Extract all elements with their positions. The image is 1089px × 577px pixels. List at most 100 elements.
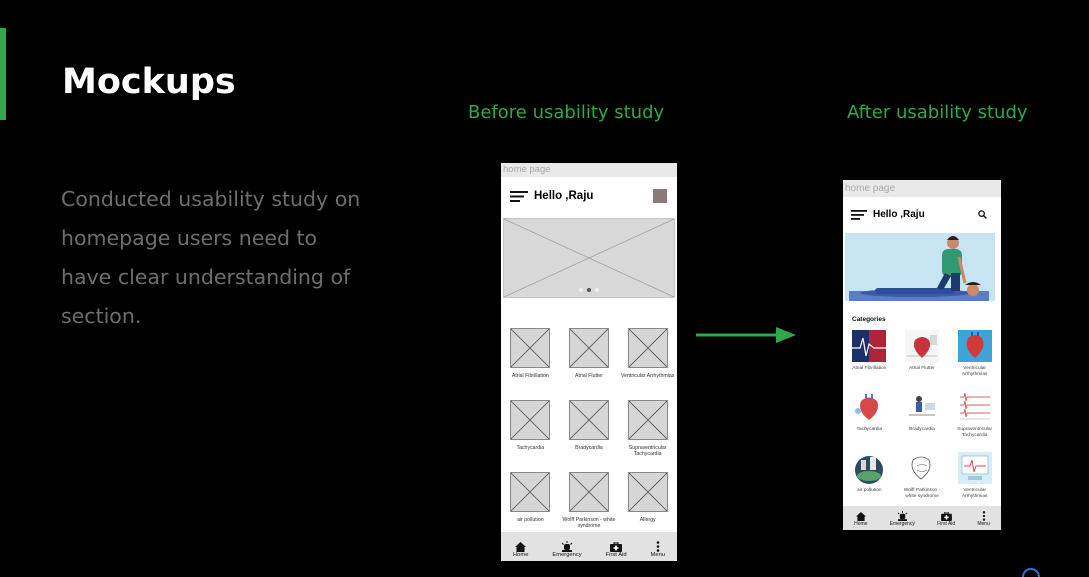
- nav-menu[interactable]: Menu: [977, 511, 990, 527]
- grid-item[interactable]: Atrial Fibrillation: [501, 328, 559, 400]
- more-vertical-icon: [982, 511, 985, 521]
- grid-item-label: Ventricular Arrhythmias: [620, 373, 675, 379]
- category-grid: Atrial Fibrillation Atrial Flutter Ventr…: [843, 330, 1001, 513]
- image-placeholder: [510, 328, 551, 368]
- carousel-dot[interactable]: [595, 288, 599, 292]
- category-image: [904, 391, 939, 423]
- slide-title: Mockups: [62, 62, 236, 102]
- grid-item-label: Tachycardia: [516, 445, 545, 451]
- carousel-placeholder[interactable]: [503, 218, 675, 298]
- hamburger-icon[interactable]: [851, 209, 867, 220]
- grid-row: Atrial Fibrillation Atrial Flutter Ventr…: [843, 330, 1001, 391]
- phone-header: Hello ,Raju: [843, 197, 1001, 232]
- carousel-dot-active[interactable]: [587, 288, 591, 292]
- image-placeholder: [627, 472, 668, 512]
- corner-badge-icon: [1022, 568, 1040, 577]
- categories-title: Categories: [852, 316, 886, 323]
- home-icon: [855, 512, 866, 521]
- nav-label: Emergency: [889, 521, 915, 527]
- nav-label: First Aid: [937, 521, 956, 527]
- nav-label: Menu: [977, 521, 990, 527]
- grid-item[interactable]: Tachycardia: [501, 400, 559, 472]
- grid-row: Tachycardia Bradycardia Supraventricular…: [501, 400, 677, 472]
- image-placeholder: [627, 400, 668, 440]
- image-placeholder: [510, 472, 551, 512]
- nav-home[interactable]: Home: [854, 512, 867, 527]
- nav-home[interactable]: Home: [513, 542, 528, 558]
- grid-item[interactable]: Bradycardia: [560, 400, 618, 472]
- home-icon: [515, 542, 527, 552]
- grid-row: air pollution Wolff Parkinson - white sy…: [843, 452, 1001, 513]
- grid-item-label: Allergy: [639, 517, 656, 523]
- greeting: Hello ,Raju: [534, 190, 594, 202]
- grid-item-label: Atrial Fibrillation: [511, 373, 549, 379]
- image-placeholder: [568, 328, 609, 368]
- category-image: [852, 391, 887, 423]
- bottom-nav: Home Emergency First Aid Menu: [501, 532, 677, 561]
- more-vertical-icon: [656, 541, 660, 552]
- grid-item[interactable]: Supraventricular Tachycardia: [619, 400, 677, 472]
- siren-icon: [561, 541, 573, 552]
- grid-item[interactable]: Ventricular Arrhythmias: [619, 328, 677, 400]
- grid-item[interactable]: Supraventricular Tachycardia: [951, 391, 999, 452]
- nav-menu[interactable]: Menu: [651, 541, 665, 558]
- grid-item-label: Wolff Parkinson - white syndrome: [903, 488, 941, 499]
- grid-item-label: Ventricular Arrhythmias: [961, 366, 988, 377]
- accent-bar: [0, 28, 6, 120]
- image-placeholder: [510, 400, 551, 440]
- nav-label: Home: [512, 552, 529, 558]
- grid-item-label: air pollution: [517, 517, 544, 523]
- first-aid-kit-icon: [940, 512, 952, 521]
- nav-emergency[interactable]: Emergency: [890, 511, 915, 527]
- right-arrow-icon: [696, 327, 796, 343]
- grid-item-label: Ventricular Arrhythmias: [961, 488, 988, 499]
- image-placeholder: [568, 472, 609, 512]
- grid-item[interactable]: Atrial Flutter: [898, 330, 946, 391]
- category-image: [957, 452, 992, 484]
- category-image: [852, 330, 887, 362]
- grid-item[interactable]: Tachycardia: [845, 391, 893, 452]
- cpr-banner-image[interactable]: [845, 233, 995, 301]
- grid-item[interactable]: air pollution: [845, 452, 893, 513]
- phone-header: Hello ,Raju: [501, 177, 677, 215]
- hamburger-icon[interactable]: [510, 190, 528, 202]
- carousel-dots[interactable]: [504, 288, 674, 292]
- bottom-nav: Home Emergency First Aid Menu: [843, 506, 1001, 530]
- grid-item-label: Tachycardia: [856, 427, 883, 432]
- grid-row: Atrial Fibrillation Atrial Flutter Ventr…: [501, 328, 677, 400]
- grid-item-label: Supraventricular Tachycardia: [628, 445, 667, 457]
- category-image: [957, 330, 992, 362]
- grid-item[interactable]: Ventricular Arrhythmias: [951, 452, 999, 513]
- grid-item[interactable]: Bradycardia: [898, 391, 946, 452]
- nav-emergency[interactable]: Emergency: [552, 541, 582, 558]
- grid-item-label: Atrial Flutter: [575, 373, 603, 379]
- page-label: home page: [843, 180, 1001, 197]
- slide-description: Conducted usability study on homepage us…: [61, 187, 361, 328]
- grid-item[interactable]: Wolff Parkinson - white syndrome: [898, 452, 946, 513]
- grid-item-label: Atrial Flutter: [909, 366, 935, 371]
- after-label: After usability study: [847, 102, 1028, 123]
- category-image: [904, 452, 939, 484]
- grid-item-label: Wolff Parkinson - white syndrome: [562, 517, 616, 529]
- search-icon[interactable]: [978, 210, 987, 219]
- nav-first-aid[interactable]: First Aid: [937, 512, 955, 527]
- image-placeholder: [568, 400, 609, 440]
- carousel-dot[interactable]: [579, 288, 583, 292]
- before-label: Before usability study: [468, 102, 665, 123]
- category-grid: Atrial Fibrillation Atrial Flutter Ventr…: [501, 328, 677, 544]
- grid-item[interactable]: Atrial Flutter: [560, 328, 618, 400]
- grid-item[interactable]: Ventricular Arrhythmias: [951, 330, 999, 391]
- grid-item-label: Bradycardia: [575, 445, 603, 451]
- grid-item-label: Bradycardia: [909, 427, 935, 432]
- grid-item[interactable]: Atrial Fibrillation: [845, 330, 893, 391]
- nav-label: First Aid: [605, 552, 627, 558]
- page-label: home page: [501, 163, 677, 177]
- grid-item-label: Atrial Fibrillation: [852, 366, 887, 371]
- grid-item-label: Supraventricular Tachycardia: [957, 427, 993, 438]
- before-phone-mockup: home page Hello ,Raju Atrial Fibrillatio…: [501, 163, 677, 561]
- image-placeholder: [627, 328, 668, 368]
- category-image: [957, 391, 992, 423]
- grid-item-label: air pollution: [857, 488, 882, 493]
- avatar[interactable]: [653, 189, 667, 203]
- nav-first-aid[interactable]: First Aid: [606, 542, 627, 558]
